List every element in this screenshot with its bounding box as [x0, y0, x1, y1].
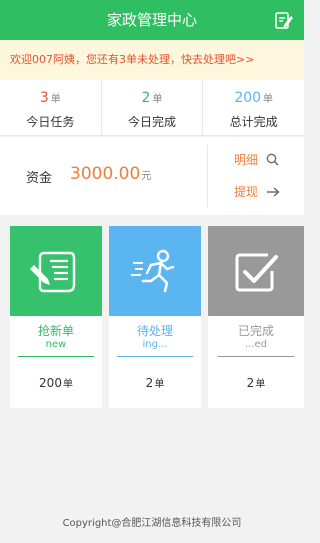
card-count-unit: 单 [154, 379, 165, 390]
funds-currency: 元 [141, 171, 152, 182]
detail-label: 明细 [234, 153, 259, 167]
card-tile [109, 226, 201, 316]
arrow-right-icon [267, 186, 280, 197]
stat-unit: 单 [152, 94, 163, 105]
page-title: 家政管理中心 [106, 11, 197, 29]
funds-label: 资金 [26, 171, 53, 186]
stats-bar: 3单 今日任务 2单 今日完成 200 单 总计完成 [0, 80, 304, 136]
divider [18, 356, 94, 357]
card-title: 待处理 [136, 324, 173, 338]
card-subtitle: new [45, 339, 67, 350]
stat-value: 200 [234, 90, 262, 106]
stat-unit: 单 [50, 94, 61, 105]
divider [207, 145, 208, 207]
running-person-icon [131, 249, 175, 293]
card-count-unit: 单 [255, 379, 266, 390]
card-subtitle: ing... [142, 339, 168, 350]
card-completed[interactable]: 已完成 ...ed 2单 [208, 226, 304, 408]
card-subtitle: ...ed [244, 339, 268, 350]
divider [117, 356, 193, 357]
card-count: 2单 [208, 375, 304, 390]
card-tile [208, 226, 304, 316]
app-header: 家政管理中心 [0, 0, 304, 40]
edit-icon[interactable] [274, 10, 294, 30]
card-count: 200单 [10, 375, 102, 390]
card-tile [10, 226, 102, 316]
divider [218, 356, 294, 357]
stat-label: 今日任务 [26, 115, 75, 129]
copyright-footer: Copyright@合肥江湖信息科技有限公司 [62, 518, 242, 529]
stat-value: 3 [39, 90, 49, 106]
funds-amount: 3000.00元 [70, 164, 151, 184]
card-count-value: 2 [145, 376, 154, 390]
card-pending[interactable]: 待处理 ing... 2单 [109, 226, 201, 408]
funds-amount-value: 3000.00 [70, 164, 141, 184]
card-count-unit: 单 [62, 379, 73, 390]
withdraw-link[interactable]: 提现 [234, 183, 280, 200]
document-pen-icon [30, 251, 76, 293]
withdraw-label: 提现 [234, 185, 259, 199]
card-grab-new-order[interactable]: 抢新单 new 200单 [10, 226, 102, 408]
stat-unit: 单 [263, 94, 274, 105]
stat-label: 总计完成 [229, 115, 278, 129]
stat-label: 今日完成 [128, 115, 177, 129]
stat-total-completed[interactable]: 200 单 总计完成 [203, 80, 304, 135]
checkbox-done-icon [235, 253, 278, 292]
stat-value: 2 [141, 90, 151, 106]
pending-orders-notice[interactable]: 欢迎007阿姨，您还有3单未处理，快去处理吧>> [0, 40, 304, 80]
funds-panel: 资金 3000.00元 明细 提现 [0, 137, 304, 215]
stat-today-tasks[interactable]: 3单 今日任务 [0, 80, 102, 135]
detail-link[interactable]: 明细 [234, 151, 279, 168]
card-count: 2单 [109, 375, 201, 390]
card-title: 抢新单 [37, 324, 74, 338]
card-count-value: 200 [39, 376, 62, 390]
search-icon [266, 153, 279, 166]
stat-today-completed[interactable]: 2单 今日完成 [102, 80, 204, 135]
card-count-value: 2 [246, 376, 255, 390]
card-title: 已完成 [237, 324, 274, 338]
